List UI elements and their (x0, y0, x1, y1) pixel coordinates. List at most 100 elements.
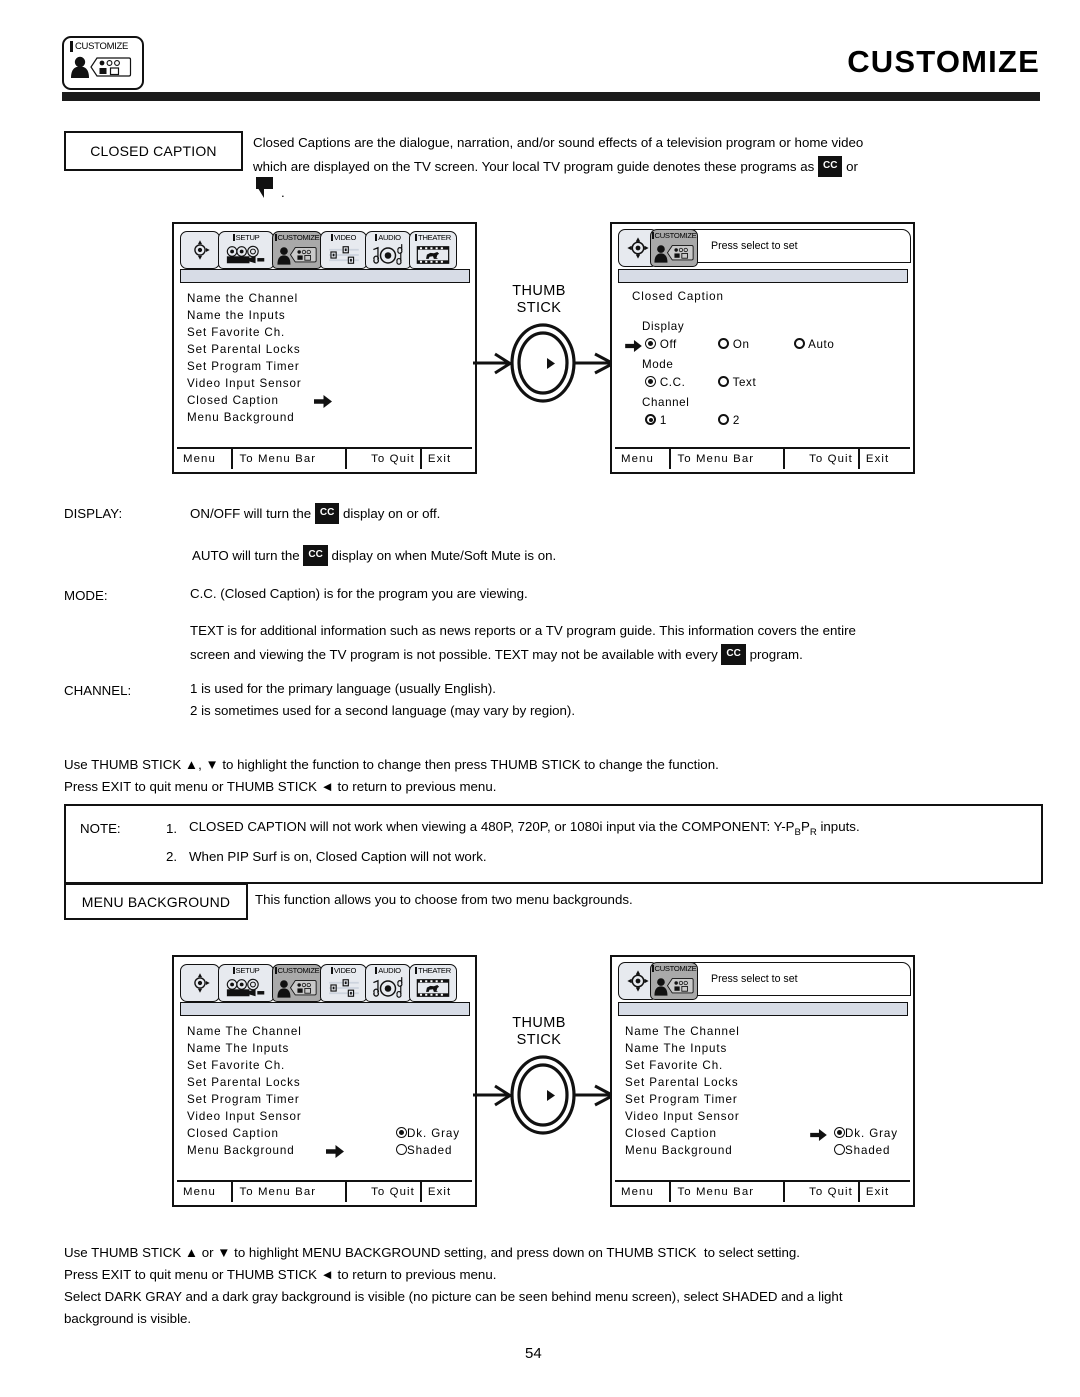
menu-tab-video[interactable]: VIDEO (320, 231, 367, 269)
screen2-customize-tab[interactable]: CUSTOMIZE (650, 229, 698, 267)
bottom-bar-exit[interactable]: Exit (422, 449, 472, 469)
menu-list-item[interactable]: Name the Inputs (187, 307, 302, 324)
thumb-stick-label-2: THUMB STICK (494, 1015, 584, 1049)
radio-button[interactable] (396, 1144, 407, 1155)
menu-tab-thumbstick[interactable] (180, 964, 220, 1002)
option-cc[interactable]: C.C. (645, 376, 685, 389)
menu-list-item[interactable]: Name the Channel (187, 290, 302, 307)
menu-list-item[interactable]: Set Favorite Ch. (187, 1057, 302, 1074)
menu-tab-theater[interactable]: THEATER (409, 964, 457, 1002)
screen2-bottom-bar: Menu To Menu Bar To Quit Exit (615, 447, 910, 469)
menu-list-item[interactable]: Name The Inputs (187, 1040, 302, 1057)
bottom-bar-exit[interactable]: Exit (860, 1182, 910, 1202)
menu-background-heading-label: MENU BACKGROUND (81, 893, 231, 910)
radio-button[interactable] (794, 338, 805, 349)
menu-list-item[interactable]: Set Program Timer (187, 1091, 302, 1108)
menu-tab-theater[interactable]: THEATER (409, 231, 457, 269)
menu-list-item[interactable]: Set Parental Locks (625, 1074, 740, 1091)
bottom-bar-to-quit[interactable]: To Quit (347, 449, 422, 469)
menu-tab-setup[interactable]: SETUP (218, 964, 274, 1002)
menu-list-item[interactable]: Name The Channel (625, 1023, 740, 1040)
menu-tab-setup[interactable]: SETUP (218, 231, 274, 269)
bottom-bar-exit[interactable]: Exit (422, 1182, 472, 1202)
ts1-line2: STICK (516, 300, 562, 316)
menu-list-item[interactable]: Closed Caption (187, 1125, 302, 1142)
bottom-bar-to-quit[interactable]: To Quit (785, 449, 860, 469)
screen4-customize-tab[interactable]: CUSTOMIZE (650, 962, 698, 1000)
option-text[interactable]: Text (718, 376, 756, 389)
radio-button[interactable] (718, 376, 729, 387)
option-on[interactable]: On (718, 338, 750, 351)
definition-text: 2 is sometimes used for a second languag… (190, 703, 576, 718)
bottom-bar-to-quit[interactable]: To Quit (347, 1182, 422, 1202)
menu-list-item[interactable]: Set Parental Locks (187, 341, 302, 358)
bottom-bar-menu[interactable]: Menu (615, 1182, 672, 1202)
option-off[interactable]: Off (645, 338, 677, 351)
tv-menu-screen-menu-background: Press select to set CUSTOMIZE Name The C… (610, 955, 915, 1207)
radio-button[interactable] (718, 414, 729, 425)
sliders-icon (327, 975, 361, 1001)
menu-list-item[interactable]: Set Favorite Ch. (625, 1057, 740, 1074)
thumb-stick-diagram-1 (463, 318, 623, 408)
menu-list-item[interactable]: Name The Channel (187, 1023, 302, 1040)
bottom-bar-menu[interactable]: Menu (177, 1182, 234, 1202)
usage2-line4: background is visible. (64, 1311, 192, 1326)
menu-list-item[interactable]: Name The Inputs (625, 1040, 740, 1057)
radio-button[interactable] (834, 1127, 845, 1138)
menu-list-item[interactable]: Closed Caption (187, 392, 302, 409)
menu-tab-audio[interactable]: AUDIO (365, 231, 411, 269)
speaker-notes-icon (369, 242, 407, 268)
bg-option-shaded[interactable]: Shaded (834, 1144, 890, 1157)
bottom-bar-exit[interactable]: Exit (860, 449, 910, 469)
menu-list-item[interactable]: Menu Background (625, 1142, 740, 1159)
menu-list-item[interactable]: Set Parental Locks (187, 1074, 302, 1091)
closed-caption-heading-box: CLOSED CAPTION (64, 131, 243, 171)
menu-list-item[interactable]: Video Input Sensor (187, 1108, 302, 1125)
menu-tab-label: SETUP (232, 233, 260, 242)
menu-tab-thumbstick[interactable] (180, 231, 220, 269)
menu-list-item[interactable]: Video Input Sensor (187, 375, 302, 392)
bg-option-shaded[interactable]: Shaded (396, 1144, 452, 1157)
thumbstick-icon (189, 965, 211, 1001)
menu-tab-customize[interactable]: CUSTOMIZE (272, 964, 322, 1002)
bg-option-dkgray[interactable]: Dk. Gray (396, 1127, 460, 1140)
bottom-bar-to-quit[interactable]: To Quit (785, 1182, 860, 1202)
menu-list-item[interactable]: Set Program Timer (625, 1091, 740, 1108)
radio-button[interactable] (645, 338, 656, 349)
menu-tab-video[interactable]: VIDEO (320, 964, 367, 1002)
bottom-bar-menu[interactable]: Menu (177, 449, 234, 469)
bottom-bar-menu[interactable]: Menu (615, 449, 672, 469)
usage2-line1: Use THUMB STICK ▲ or ▼ to highlight MENU… (64, 1245, 800, 1260)
radio-button[interactable] (718, 338, 729, 349)
screen4-cursor-arrow (810, 1129, 827, 1141)
bottom-bar-to-menu-bar[interactable]: To Menu Bar (233, 1182, 348, 1202)
radio-button[interactable] (834, 1144, 845, 1155)
menu-tab-audio[interactable]: AUDIO (365, 964, 411, 1002)
radio-button[interactable] (396, 1127, 407, 1138)
menu-list-item[interactable]: Menu Background (187, 409, 302, 426)
menu-list-item[interactable]: Video Input Sensor (625, 1108, 740, 1125)
screen1-bottom-bar: Menu To Menu Bar To Quit Exit (177, 447, 472, 469)
menu-list-item[interactable]: Set Program Timer (187, 358, 302, 375)
note-item1-c: inputs. (816, 819, 860, 834)
option-2[interactable]: 2 (718, 414, 740, 427)
menu-tab-customize[interactable]: CUSTOMIZE (272, 231, 322, 269)
option-1[interactable]: 1 (645, 414, 667, 427)
radio-button[interactable] (645, 414, 656, 425)
radio-button[interactable] (645, 376, 656, 387)
menu-list-item[interactable]: Closed Caption (625, 1125, 740, 1142)
bottom-bar-to-menu-bar[interactable]: To Menu Bar (671, 449, 786, 469)
menu-list-item[interactable]: Menu Background (187, 1142, 302, 1159)
tv-menu-screen-customize-2: SETUP CUSTOMIZE VIDEO AUDIO THEATER Name… (172, 955, 477, 1207)
screen2-highlight-strip (618, 269, 908, 283)
screen2-title: Closed Caption (632, 290, 724, 303)
bg-option-dkgray[interactable]: Dk. Gray (834, 1127, 898, 1140)
definition-line: C.C. (Closed Caption) is for the program… (190, 586, 528, 601)
bottom-bar-to-menu-bar[interactable]: To Menu Bar (671, 1182, 786, 1202)
screen1-cursor-arrow (314, 395, 332, 408)
menu-list-item[interactable]: Set Favorite Ch. (187, 324, 302, 341)
option-auto[interactable]: Auto (794, 338, 834, 351)
cc-desc-line2: which are displayed on the TV screen. Yo… (253, 156, 858, 178)
bottom-bar-to-menu-bar[interactable]: To Menu Bar (233, 449, 348, 469)
definition-term: CHANNEL: (64, 683, 132, 698)
